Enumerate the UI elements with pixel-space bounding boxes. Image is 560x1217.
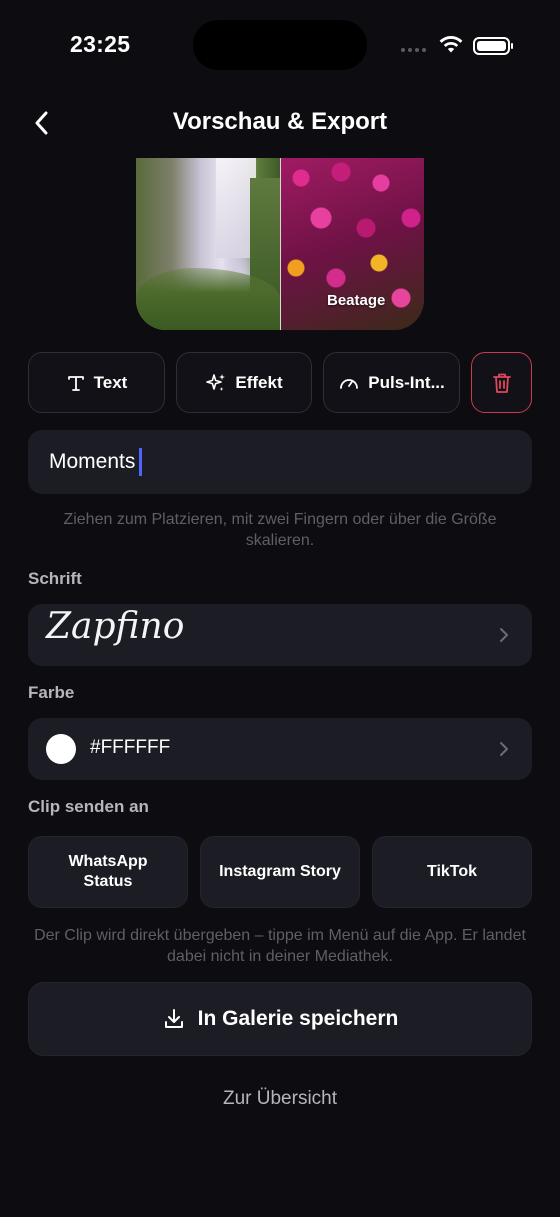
save-to-gallery-label: In Galerie speichern [197,1007,399,1030]
share-hint: Der Clip wird direkt übergeben – tippe i… [34,927,526,965]
share-instagram-label: Instagram Story [219,863,341,880]
color-section-label: Farbe [28,683,75,702]
text-caret [139,448,143,476]
font-section-label: Schrift [28,569,82,588]
text-icon [67,375,84,391]
chevron-right-icon [500,742,508,756]
share-tiktok-label: TikTok [426,863,478,880]
color-picker-row[interactable]: #FFFFFF [28,718,532,780]
dynamic-island [193,20,367,70]
chevron-right-icon [500,628,508,642]
share-tiktok-button[interactable]: TikTok [372,836,532,908]
effekt-tool-label: Effekt [235,372,283,392]
trash-icon [492,373,511,393]
video-preview[interactable]: Beatage [136,158,424,330]
color-hex-value: #FFFFFF [90,737,171,758]
font-preview: Zapfino [46,606,185,647]
text-tool-button[interactable]: Text [28,352,165,413]
sparkles-icon [206,373,226,391]
color-swatch [46,734,76,764]
cellular-signal-icon [401,48,426,52]
wifi-icon [438,35,464,60]
overlay-text-value: Moments [49,450,136,473]
screen: 23:25 Vorschau & Export Beatage Text Eff… [0,0,560,1217]
save-to-gallery-button[interactable]: In Galerie speichern [28,982,532,1056]
font-picker-row[interactable]: Zapfino [28,604,532,666]
delete-button[interactable] [471,352,532,413]
share-section-label: Clip senden an [28,797,149,816]
puls-tool-label: Puls-Int... [368,372,445,392]
share-whatsapp-status-button[interactable]: WhatsApp Status [28,836,188,908]
puls-intensity-button[interactable]: Puls-Int... [323,352,460,413]
share-instagram-story-button[interactable]: Instagram Story [200,836,360,908]
share-whatsapp-label: WhatsApp Status [68,853,148,890]
battery-icon [473,37,513,55]
status-time: 23:25 [70,31,131,57]
page-title: Vorschau & Export [172,108,388,135]
download-icon [164,1009,183,1028]
gauge-icon [340,378,359,389]
effekt-tool-button[interactable]: Effekt [176,352,312,413]
overview-link[interactable]: Zur Übersicht [0,1088,560,1110]
overlay-text-input[interactable]: Moments [28,430,532,494]
waterfall-clip-thumbnail [136,158,280,330]
placement-hint: Ziehen zum Platzieren, mit zwei Fingern … [63,511,497,549]
preview-overlay-label[interactable]: Beatage [327,292,385,309]
text-tool-label: Text [93,372,128,392]
